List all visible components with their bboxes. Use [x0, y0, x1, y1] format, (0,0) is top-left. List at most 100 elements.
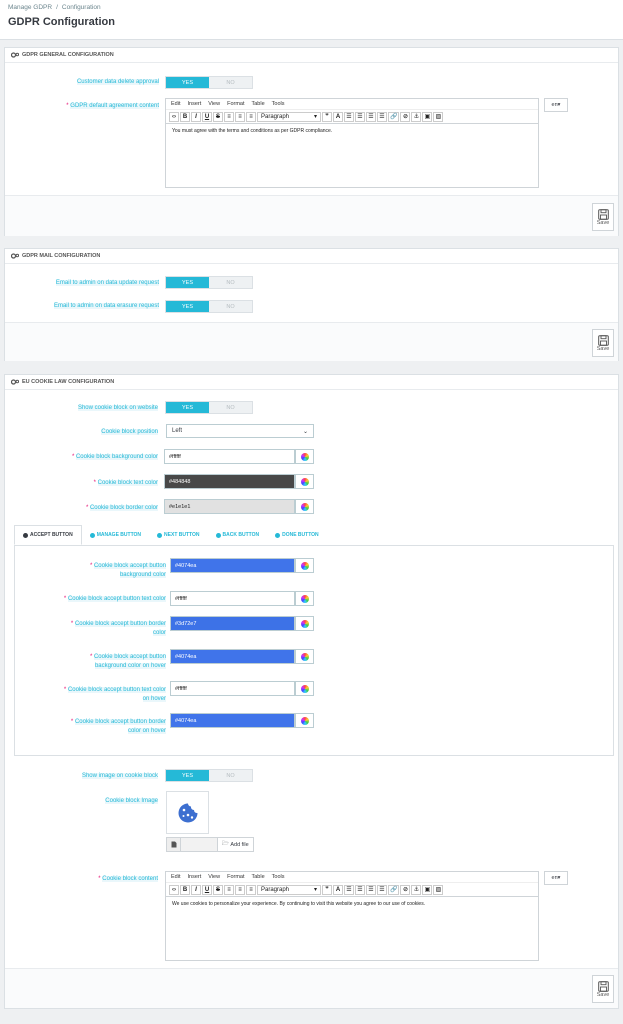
accept-bghover-input[interactable]: #4074ea — [170, 649, 295, 664]
menu-tools[interactable]: Tools — [272, 101, 285, 107]
align-center-icon[interactable]: ≡ — [235, 884, 245, 895]
underline-icon[interactable]: U — [202, 884, 212, 895]
color-picker-button[interactable] — [295, 649, 314, 664]
show-cookie-switch[interactable]: YES NO — [165, 401, 253, 414]
file-icon[interactable] — [166, 837, 181, 852]
number-list-icon[interactable]: ☰ — [355, 884, 365, 895]
image-icon[interactable]: ▨ — [433, 884, 444, 895]
add-file-button[interactable]: 🗁 Add file — [217, 837, 254, 852]
menu-format[interactable]: Format — [227, 874, 244, 880]
color-picker-button[interactable] — [295, 681, 314, 696]
save-button[interactable]: Save — [592, 203, 614, 231]
color-picker-button[interactable] — [295, 713, 314, 728]
save-button[interactable]: Save — [592, 329, 614, 357]
align-right-icon[interactable]: ≡ — [246, 111, 256, 122]
switch-no[interactable]: NO — [209, 770, 252, 781]
show-image-switch[interactable]: YES NO — [165, 769, 253, 782]
text-color-icon[interactable]: A — [333, 111, 343, 122]
save-button[interactable]: Save — [592, 975, 614, 1003]
breadcrumb-root[interactable]: Manage GDPR — [8, 4, 52, 11]
file-name-input[interactable] — [181, 837, 217, 852]
anchor-icon[interactable]: ⚓ — [411, 111, 422, 122]
switch-yes[interactable]: YES — [166, 402, 209, 413]
code-icon[interactable]: ‹› — [169, 111, 179, 122]
accept-border-input[interactable]: #3d72e7 — [170, 616, 295, 631]
bold-icon[interactable]: B — [180, 111, 190, 122]
text-color-input[interactable]: #484848 — [164, 474, 295, 489]
indent-icon[interactable]: ☰ — [377, 884, 387, 895]
tab-accept-button[interactable]: ACCEPT BUTTON — [14, 525, 82, 545]
quote-icon[interactable]: ❞ — [322, 884, 332, 895]
unlink-icon[interactable]: ⊘ — [400, 111, 411, 122]
code-icon[interactable]: ‹› — [169, 884, 179, 895]
link-icon[interactable]: 🔗 — [388, 884, 400, 895]
switch-no[interactable]: NO — [209, 77, 252, 88]
outdent-icon[interactable]: ☰ — [366, 111, 376, 122]
paragraph-select[interactable]: Paragraph ▾ — [257, 884, 321, 895]
switch-no[interactable]: NO — [209, 301, 252, 312]
unlink-icon[interactable]: ⊘ — [400, 884, 411, 895]
bg-color-input[interactable]: #ffffff — [164, 449, 295, 464]
color-picker-button[interactable] — [295, 474, 314, 489]
color-picker-button[interactable] — [295, 449, 314, 464]
bullet-list-icon[interactable]: ☰ — [344, 111, 354, 122]
bullet-list-icon[interactable]: ☰ — [344, 884, 354, 895]
strikethrough-icon[interactable]: S — [213, 111, 223, 122]
language-select[interactable]: en ▾ — [544, 98, 568, 112]
accept-borderhover-input[interactable]: #4074ea — [170, 713, 295, 728]
editor-content[interactable]: We use cookies to personalize your exper… — [166, 897, 538, 911]
menu-view[interactable]: View — [208, 101, 220, 107]
erasure-request-switch[interactable]: YES NO — [165, 300, 253, 313]
menu-format[interactable]: Format — [227, 101, 244, 107]
italic-icon[interactable]: I — [191, 884, 201, 895]
text-color-icon[interactable]: A — [333, 884, 343, 895]
outdent-icon[interactable]: ☰ — [366, 884, 376, 895]
agreement-editor[interactable]: Edit Insert View Format Table Tools ‹› B… — [165, 98, 539, 188]
underline-icon[interactable]: U — [202, 111, 212, 122]
accept-bg-input[interactable]: #4074ea — [170, 558, 295, 573]
paragraph-select[interactable]: Paragraph ▾ — [257, 111, 321, 122]
image-icon[interactable]: ▨ — [433, 111, 444, 122]
switch-no[interactable]: NO — [209, 277, 252, 288]
delete-approval-switch[interactable]: YES NO — [165, 76, 253, 89]
align-right-icon[interactable]: ≡ — [246, 884, 256, 895]
align-left-icon[interactable]: ≡ — [224, 111, 234, 122]
strikethrough-icon[interactable]: S — [213, 884, 223, 895]
switch-yes[interactable]: YES — [166, 277, 209, 288]
switch-yes[interactable]: YES — [166, 301, 209, 312]
menu-table[interactable]: Table — [252, 874, 265, 880]
tab-manage-button[interactable]: MANAGE BUTTON — [82, 525, 149, 545]
number-list-icon[interactable]: ☰ — [355, 111, 365, 122]
color-picker-button[interactable] — [295, 591, 314, 606]
position-select[interactable]: Left ⌄ — [166, 424, 314, 438]
menu-tools[interactable]: Tools — [272, 874, 285, 880]
indent-icon[interactable]: ☰ — [377, 111, 387, 122]
tab-back-button[interactable]: BACK BUTTON — [208, 525, 268, 545]
language-select[interactable]: en ▾ — [544, 871, 568, 885]
bold-icon[interactable]: B — [180, 884, 190, 895]
align-center-icon[interactable]: ≡ — [235, 111, 245, 122]
cookie-content-editor[interactable]: Edit Insert View Format Table Tools ‹› B… — [165, 871, 539, 961]
menu-table[interactable]: Table — [252, 101, 265, 107]
update-request-switch[interactable]: YES NO — [165, 276, 253, 289]
color-picker-button[interactable] — [295, 558, 314, 573]
quote-icon[interactable]: ❞ — [322, 111, 332, 122]
menu-edit[interactable]: Edit — [171, 874, 180, 880]
menu-insert[interactable]: Insert — [187, 874, 201, 880]
color-picker-button[interactable] — [295, 616, 314, 631]
anchor-icon[interactable]: ⚓ — [411, 884, 422, 895]
tab-done-button[interactable]: DONE BUTTON — [267, 525, 327, 545]
link-icon[interactable]: 🔗 — [388, 111, 400, 122]
media-icon[interactable]: ▣ — [422, 884, 433, 895]
tab-next-button[interactable]: NEXT BUTTON — [149, 525, 207, 545]
align-left-icon[interactable]: ≡ — [224, 884, 234, 895]
accept-text-input[interactable]: #ffffff — [170, 591, 295, 606]
italic-icon[interactable]: I — [191, 111, 201, 122]
border-color-input[interactable]: #e1e1e1 — [164, 499, 295, 514]
accept-texthover-input[interactable]: #ffffff — [170, 681, 295, 696]
menu-insert[interactable]: Insert — [187, 101, 201, 107]
menu-edit[interactable]: Edit — [171, 101, 180, 107]
media-icon[interactable]: ▣ — [422, 111, 433, 122]
switch-yes[interactable]: YES — [166, 77, 209, 88]
switch-yes[interactable]: YES — [166, 770, 209, 781]
